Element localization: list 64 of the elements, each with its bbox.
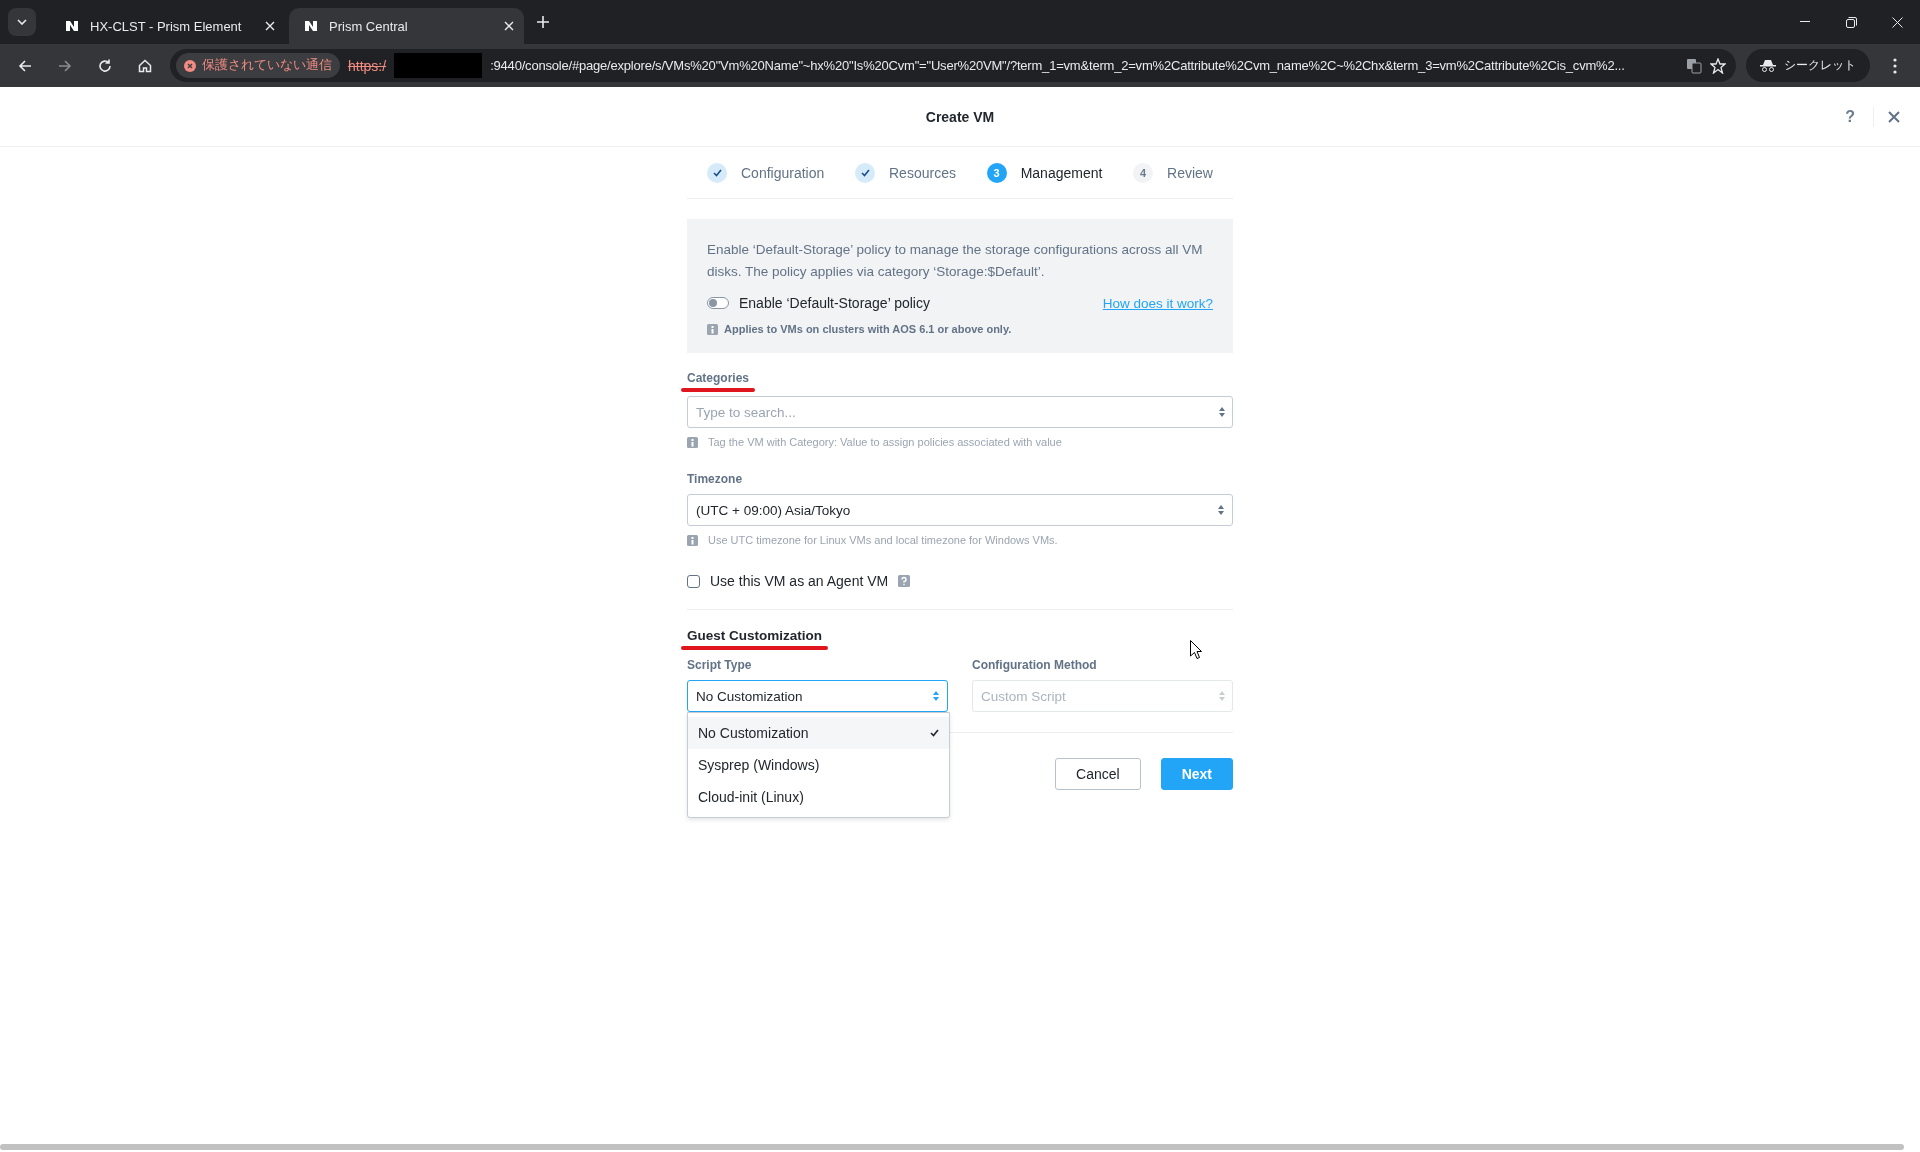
- field-hint: Tag the VM with Category: Value to assign policies associated with value: [708, 436, 1062, 448]
- dropdown-option[interactable]: Sysprep (Windows): [688, 749, 949, 781]
- policy-note: Applies to VMs on clusters with AOS 6.1 or above only.: [724, 323, 1012, 335]
- select-arrows-icon: [933, 691, 939, 701]
- n-logo-icon: [64, 18, 80, 34]
- n-logo-icon: [303, 18, 319, 34]
- timezone-select[interactable]: (UTC + 09:00) Asia/Tokyo: [687, 494, 1233, 526]
- step-label[interactable]: Management: [1020, 164, 1103, 181]
- cancel-button[interactable]: Cancel: [1055, 758, 1141, 790]
- back-icon[interactable]: [18, 58, 32, 73]
- check-icon: [712, 168, 722, 177]
- browser-tab[interactable]: Prism Central: [289, 8, 524, 44]
- dialog-title: Create VM: [925, 108, 995, 125]
- section-title: Guest Customization: [687, 628, 822, 650]
- home-icon[interactable]: [138, 58, 152, 73]
- plus-icon[interactable]: [537, 16, 549, 28]
- checkbox-label: Use this VM as an Agent VM: [710, 573, 889, 589]
- field-label: Timezone: [687, 472, 743, 486]
- url-text: :9440/console/#page/explore/s/VMs%20"Vm%20Name"~hx%20"Is%20Cvm"="User%20VM"/?term_1=vm&term_2=vm%2Cattribute%2Cvm_name%2C~%2Chx&term_3=vm%2Cattribute%2Cis_cvm%2...: [490, 58, 1625, 73]
- dropdown-option[interactable]: Cloud-init (Linux): [688, 781, 949, 813]
- caret-icon[interactable]: [17, 19, 27, 25]
- help-button[interactable]: ?: [1841, 104, 1859, 130]
- browser-tab[interactable]: HX-CLST - Prism Element: [50, 8, 285, 44]
- field-label: Categories: [687, 371, 750, 392]
- step-indicator: 4: [1133, 162, 1154, 183]
- warning-icon: [184, 59, 196, 72]
- menu-icon[interactable]: [1893, 57, 1897, 74]
- translate-icon[interactable]: [1686, 57, 1702, 74]
- categories-field[interactable]: Type to search...: [687, 396, 1233, 428]
- field-label: Configuration Method: [972, 658, 1098, 672]
- cursor-icon: [1190, 640, 1202, 659]
- address-bar[interactable]: 保護されていない通信 https:/ :9440/console/#page/explore/s/VMs%20"Vm%20Name"~hx%20"Is%20Cvm"="User%20VM"/?term_1=vm&term_2=vm%2Cattribute%2Cvm_name%2C~%2Chx&term_3=vm%2Cattribute%2Cis_cvm%2...: [170, 49, 1736, 82]
- info-icon: [687, 534, 698, 546]
- policy-description: Enable ‘Default-Storage’ policy to manage the storage configurations across all VM disks. The policy applies via category ‘Storage:$Default’.: [707, 241, 1204, 281]
- step-label[interactable]: Review: [1167, 164, 1213, 181]
- restore-icon[interactable]: [1845, 16, 1857, 28]
- toggle-label: Enable ‘Default-Storage’ policy: [739, 295, 931, 311]
- dropdown-option[interactable]: No Customization: [688, 717, 949, 749]
- check-icon: [860, 168, 870, 177]
- field-hint: Use UTC timezone for Linux VMs and local timezone for Windows VMs.: [708, 534, 1058, 546]
- star-icon[interactable]: [1710, 57, 1726, 74]
- url-protocol: https:/: [348, 57, 387, 74]
- field-label: Script Type: [687, 658, 753, 672]
- agent-vm-checkbox[interactable]: [687, 574, 700, 588]
- check-icon: [930, 729, 939, 737]
- step-label[interactable]: Resources: [889, 164, 956, 181]
- info-icon: [687, 436, 698, 448]
- minimize-icon[interactable]: [1800, 21, 1810, 23]
- select-arrows-icon: [1219, 691, 1225, 701]
- forward-icon[interactable]: [58, 58, 72, 73]
- incognito-icon: [1760, 59, 1776, 72]
- select-arrows-icon: [1218, 505, 1224, 515]
- security-chip[interactable]: 保護されていない通信: [176, 53, 340, 78]
- incognito-chip[interactable]: シークレット: [1746, 49, 1870, 82]
- incognito-label: シークレット: [1784, 57, 1856, 74]
- reload-icon[interactable]: [98, 58, 112, 73]
- scrollbar[interactable]: [0, 1144, 1904, 1150]
- select-arrows-icon: [1219, 407, 1225, 417]
- step-indicator: 3: [986, 162, 1007, 183]
- info-icon: [707, 323, 718, 335]
- security-label: 保護されていない通信: [202, 57, 332, 74]
- step-label[interactable]: Configuration: [741, 164, 825, 181]
- policy-toggle[interactable]: [707, 297, 729, 309]
- script-type-select[interactable]: No Customization: [687, 680, 948, 712]
